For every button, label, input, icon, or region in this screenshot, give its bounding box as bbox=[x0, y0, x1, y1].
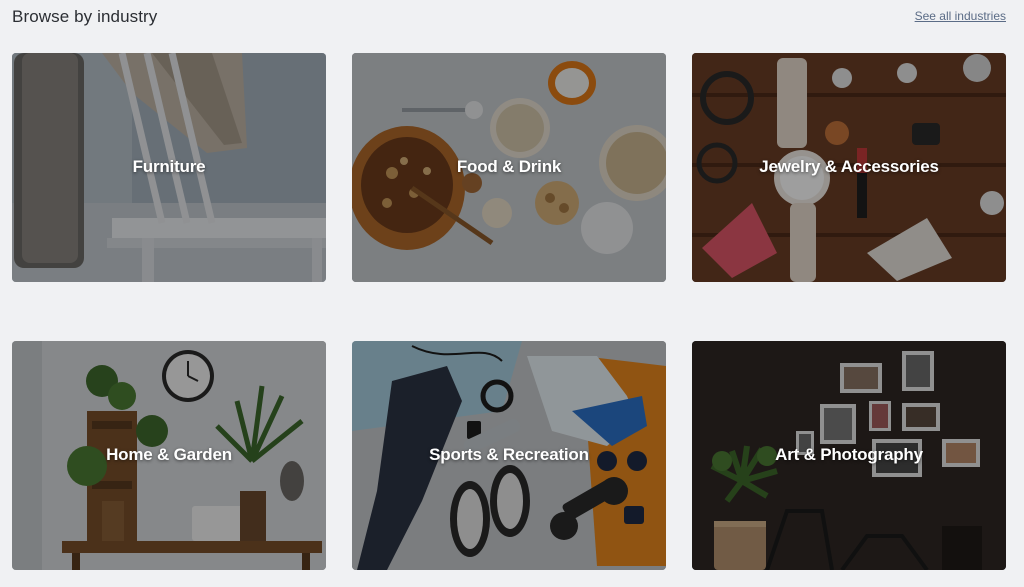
industry-card-food-drink[interactable]: Food & Drink bbox=[352, 53, 666, 282]
industry-card-jewelry-accessories[interactable]: Jewelry & Accessories bbox=[692, 53, 1006, 282]
industry-card-art-photography[interactable]: Art & Photography bbox=[692, 341, 1006, 570]
industry-card-label: Art & Photography bbox=[775, 445, 923, 464]
industry-card-label: Jewelry & Accessories bbox=[759, 157, 939, 176]
industry-grid: Furniture Food & Drink Jewelry & Accesso… bbox=[0, 0, 1024, 587]
industry-card-furniture[interactable]: Furniture bbox=[12, 53, 326, 282]
industry-card-label: Furniture bbox=[132, 157, 206, 176]
industry-card-sports-recreation[interactable]: Sports & Recreation bbox=[352, 341, 666, 570]
industry-card-home-garden[interactable]: Home & Garden bbox=[12, 341, 326, 570]
industry-card-label: Food & Drink bbox=[456, 157, 562, 176]
industry-card-label: Sports & Recreation bbox=[429, 445, 589, 464]
industry-card-label: Home & Garden bbox=[106, 445, 232, 464]
